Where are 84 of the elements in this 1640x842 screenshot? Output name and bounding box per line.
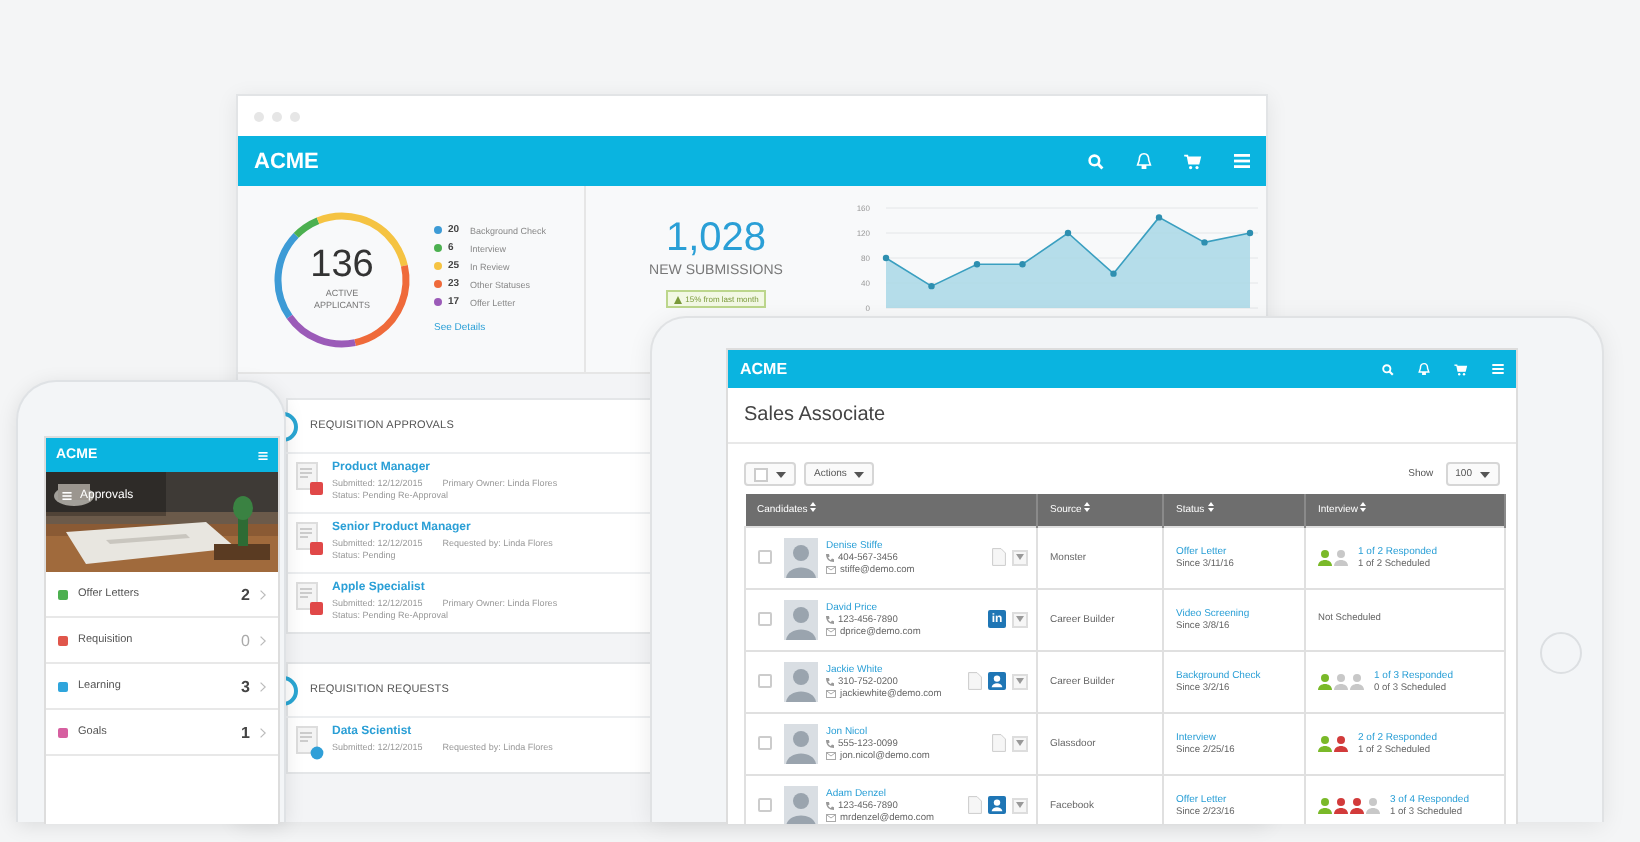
sort-icon: [810, 502, 817, 513]
chevron-icon: [260, 589, 266, 599]
row-menu-button[interactable]: [1012, 797, 1028, 813]
point: [1110, 270, 1117, 277]
point: [1155, 214, 1163, 221]
document-icon: [296, 582, 324, 616]
avatar-icon: [784, 723, 818, 763]
phone-icon: [826, 554, 834, 562]
avatar-icon: [784, 537, 818, 577]
up-triangle-icon: [673, 295, 682, 303]
search-icon[interactable]: [1382, 363, 1394, 375]
phone-icon: [826, 678, 834, 686]
select-dropdown[interactable]: [744, 462, 796, 486]
sort-icon: [1084, 502, 1091, 513]
caret-icon: [1016, 554, 1024, 560]
document-icon[interactable]: [992, 548, 1006, 566]
phone-icon: [826, 616, 834, 624]
donut-chart-drawing: [270, 207, 414, 351]
row-menu-button[interactable]: [1012, 735, 1028, 751]
point: [1019, 261, 1026, 268]
envelope-icon: [826, 690, 836, 698]
submission-count: 1,028: [665, 218, 767, 258]
caret-icon: [1016, 740, 1024, 746]
row-checkbox[interactable]: [758, 736, 772, 750]
avatar-icon: [784, 599, 818, 639]
menu-icon[interactable]: [62, 492, 72, 500]
document-icon[interactable]: [992, 734, 1006, 752]
category-icon: [58, 681, 68, 691]
category-icon: [58, 589, 68, 599]
chevron-icon: [260, 681, 266, 691]
window-dot[interactable]: [254, 111, 264, 121]
document-icon[interactable]: [968, 672, 982, 690]
window-dot[interactable]: [290, 111, 300, 121]
menu-icon[interactable]: [1234, 154, 1250, 168]
sort-icon: [1207, 502, 1214, 513]
applicant-count: 136: [310, 246, 374, 285]
chevron-icon: [260, 635, 266, 645]
logo: ACME: [254, 149, 319, 173]
row-menu-button[interactable]: [1012, 673, 1028, 689]
caret-icon: [1016, 802, 1024, 808]
sort-icon: [1360, 502, 1367, 513]
document-icon: [296, 522, 324, 556]
category-icon: [58, 635, 68, 645]
row-menu-button[interactable]: [1012, 611, 1028, 627]
caret-icon: [1016, 616, 1024, 622]
envelope-icon: [826, 814, 836, 822]
avatar-icon: [784, 661, 818, 701]
row-checkbox[interactable]: [758, 612, 772, 626]
row-menu-button[interactable]: [1012, 549, 1028, 565]
document-icon: [296, 462, 324, 496]
menu-icon[interactable]: [1492, 364, 1504, 374]
window-dot[interactable]: [272, 111, 282, 121]
point: [882, 254, 890, 262]
point: [1201, 239, 1208, 246]
row-checkbox[interactable]: [758, 674, 772, 688]
envelope-icon: [826, 628, 836, 636]
cart-icon[interactable]: [1454, 363, 1468, 375]
cart-icon[interactable]: [1184, 153, 1202, 169]
caret-icon: [854, 471, 865, 477]
category-icon: [58, 727, 68, 737]
row-checkbox[interactable]: [758, 798, 772, 812]
search-icon[interactable]: [1088, 153, 1104, 169]
chevron-icon: [260, 727, 266, 737]
document-icon: [296, 726, 324, 760]
caret-icon: [1480, 471, 1490, 477]
caret-icon: [776, 471, 786, 477]
document-icon[interactable]: [968, 796, 982, 814]
point: [973, 261, 981, 268]
point: [1246, 229, 1254, 237]
logo: ACME: [740, 360, 788, 378]
bell-icon[interactable]: [1418, 362, 1430, 376]
envelope-icon: [826, 566, 836, 574]
bell-icon[interactable]: [1136, 152, 1152, 170]
page-title: Sales Associate: [728, 388, 1516, 444]
caret-icon: [1016, 678, 1024, 684]
point: [928, 282, 935, 290]
phone-icon: [826, 802, 834, 810]
row-checkbox[interactable]: [758, 550, 772, 564]
profile-icon[interactable]: [988, 672, 1006, 690]
menu-icon[interactable]: [258, 451, 268, 459]
point: [1064, 229, 1072, 237]
phone-icon: [826, 740, 834, 748]
envelope-icon: [826, 752, 836, 760]
profile-icon[interactable]: [988, 796, 1006, 814]
